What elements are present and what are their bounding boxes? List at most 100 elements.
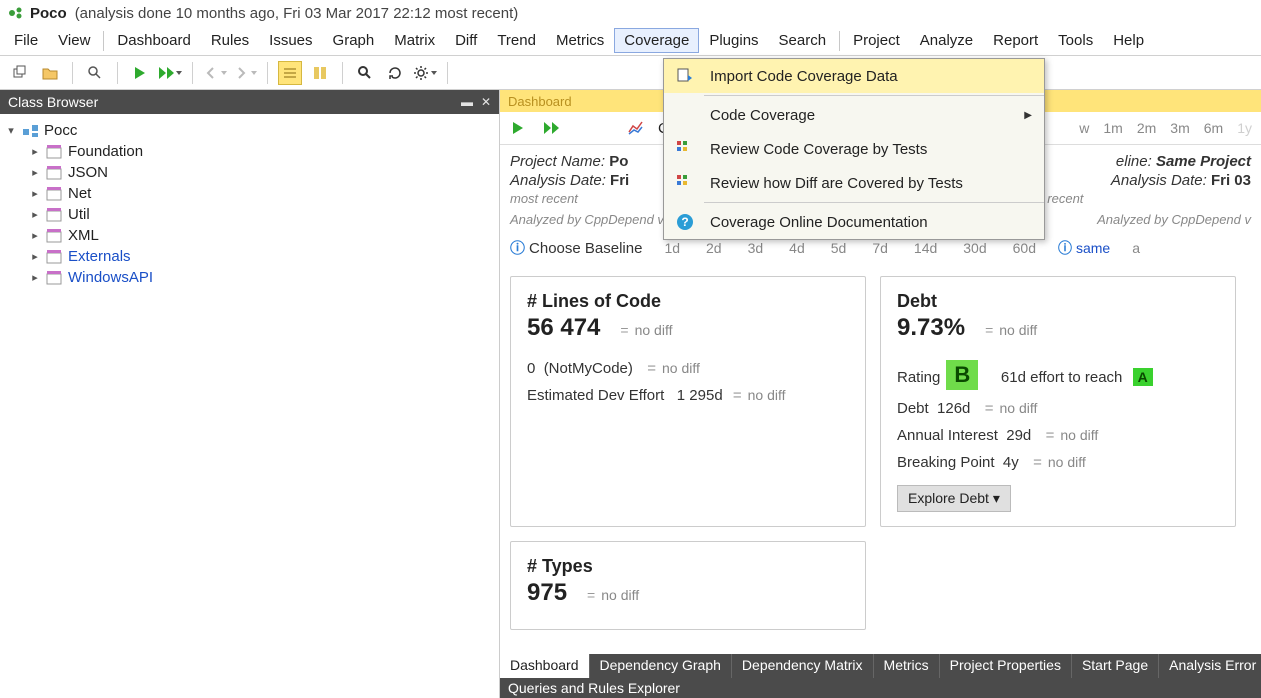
module-icon (46, 207, 64, 223)
menu-view[interactable]: View (48, 28, 100, 53)
menu-project[interactable]: Project (843, 28, 910, 53)
loc-value: 56 474 (527, 314, 600, 342)
baseline-5d[interactable]: 5d (831, 240, 847, 256)
tb-list-icon[interactable] (278, 61, 302, 85)
baseline-1d[interactable]: 1d (664, 240, 680, 256)
bottom-tabs: DashboardDependency GraphDependency Matr… (500, 654, 1261, 678)
tb-copy-icon[interactable] (8, 61, 32, 85)
dd-review-how-diff-are-covered-by-tests[interactable]: Review how Diff are Covered by Tests (664, 166, 1044, 200)
menu-trend[interactable]: Trend (487, 28, 546, 53)
menu-issues[interactable]: Issues (259, 28, 322, 53)
dev-effort-lbl: Estimated Dev Effort (527, 387, 664, 404)
baseline-14d[interactable]: 14d (914, 240, 937, 256)
proj-name-label: Project Name: (510, 153, 605, 170)
baseline-30d[interactable]: 30d (963, 240, 986, 256)
interest-val: 29d (1006, 427, 1031, 444)
tree-item-util[interactable]: ▸Util (4, 204, 495, 225)
tree-item-externals[interactable]: ▸Externals (4, 246, 495, 267)
baseline-2d[interactable]: 2d (706, 240, 722, 256)
menu-plugins[interactable]: Plugins (699, 28, 768, 53)
baseline-value: Same Project (1156, 153, 1251, 170)
dd-code-coverage[interactable]: Code Coverage▶ (664, 98, 1044, 132)
menu-tools[interactable]: Tools (1048, 28, 1103, 53)
tb-forward-icon[interactable] (233, 61, 257, 85)
tab-dashboard[interactable]: Dashboard (500, 654, 590, 678)
baseline-same[interactable]: same (1076, 240, 1110, 256)
tree-item-xml[interactable]: ▸XML (4, 225, 495, 246)
menu-search[interactable]: Search (769, 28, 837, 53)
menu-rules[interactable]: Rules (201, 28, 259, 53)
menu-dashboard[interactable]: Dashboard (107, 28, 200, 53)
tab-metrics[interactable]: Metrics (874, 654, 940, 678)
baseline-tail: a (1132, 240, 1140, 256)
tb-refresh-icon[interactable] (383, 61, 407, 85)
baseline-7d[interactable]: 7d (872, 240, 888, 256)
time-w[interactable]: w (1076, 118, 1092, 138)
info-icon: ⓘ (1058, 240, 1072, 256)
baseline-60d[interactable]: 60d (1013, 240, 1036, 256)
tb-folder-icon[interactable] (38, 61, 62, 85)
baseline-3d[interactable]: 3d (748, 240, 764, 256)
tb-zoom-icon[interactable] (353, 61, 377, 85)
tab-dependency-matrix[interactable]: Dependency Matrix (732, 654, 874, 678)
menu-metrics[interactable]: Metrics (546, 28, 614, 53)
baseline-4d[interactable]: 4d (789, 240, 805, 256)
rating-lbl: Rating (897, 369, 940, 386)
tree-item-net[interactable]: ▸Net (4, 183, 495, 204)
menu-diff[interactable]: Diff (445, 28, 487, 53)
baseline-label: eline: (1116, 153, 1152, 170)
class-tree[interactable]: ▾ Pocc ▸Foundation▸JSON▸Net▸Util▸XML▸Ext… (0, 114, 499, 294)
interest-lbl: Annual Interest (897, 427, 998, 444)
dash-play-icon[interactable] (506, 116, 530, 140)
panel-pin-icon[interactable]: ▬ (461, 95, 473, 109)
menu-report[interactable]: Report (983, 28, 1048, 53)
proj-name-value: Po (609, 153, 628, 170)
tree-item-json[interactable]: ▸JSON (4, 162, 495, 183)
dashboard-header-label: Dashboard (508, 94, 572, 109)
dd-coverage-online-documentation[interactable]: ?Coverage Online Documentation (664, 205, 1044, 239)
tree-root[interactable]: ▾ Pocc (4, 120, 495, 141)
dd-review-code-coverage-by-tests[interactable]: Review Code Coverage by Tests (664, 132, 1044, 166)
tb-search-icon[interactable] (83, 61, 107, 85)
interest-nodiff: no diff (1060, 427, 1098, 443)
time-1m[interactable]: 1m (1100, 118, 1125, 138)
debt-nodiff: no diff (999, 322, 1037, 338)
time-2m[interactable]: 2m (1134, 118, 1159, 138)
menu-analyze[interactable]: Analyze (910, 28, 983, 53)
tb-gear-icon[interactable] (413, 61, 437, 85)
menu-file[interactable]: File (4, 28, 48, 53)
types-nodiff: no diff (601, 587, 639, 603)
app-name: Poco (30, 5, 67, 22)
debt-value: 9.73% (897, 314, 965, 342)
dash-play-all-icon[interactable] (540, 116, 564, 140)
notmycode-n: 0 (527, 360, 535, 377)
queries-explorer-bar[interactable]: Queries and Rules Explorer (500, 678, 1261, 698)
tab-analysis-error[interactable]: Analysis Error (1159, 654, 1261, 678)
explore-debt-button[interactable]: Explore Debt ▾ (897, 485, 1011, 512)
menu-help[interactable]: Help (1103, 28, 1154, 53)
tab-dependency-graph[interactable]: Dependency Graph (590, 654, 732, 678)
loc-nodiff: no diff (635, 322, 673, 338)
tb-list2-icon[interactable] (308, 61, 332, 85)
menu-coverage[interactable]: Coverage (614, 28, 699, 53)
time-3m[interactable]: 3m (1167, 118, 1192, 138)
app-subtitle: (analysis done 10 months ago, Fri 03 Mar… (75, 5, 519, 22)
break-lbl: Breaking Point (897, 454, 995, 471)
tb-back-icon[interactable] (203, 61, 227, 85)
menu-matrix[interactable]: Matrix (384, 28, 445, 53)
tree-item-foundation[interactable]: ▸Foundation (4, 141, 495, 162)
info-icon: ⓘ (510, 240, 525, 257)
tab-project-properties[interactable]: Project Properties (940, 654, 1072, 678)
module-icon (46, 228, 64, 244)
tb-play-icon[interactable] (128, 61, 152, 85)
menu-graph[interactable]: Graph (323, 28, 385, 53)
dash-chart-icon[interactable] (624, 116, 648, 140)
tab-start-page[interactable]: Start Page (1072, 654, 1159, 678)
tb-play-all-icon[interactable] (158, 61, 182, 85)
panel-close-icon[interactable]: ✕ (481, 95, 491, 109)
dd-import-code-coverage-data[interactable]: Import Code Coverage Data (664, 59, 1044, 93)
choose-baseline-label[interactable]: Choose Baseline (529, 240, 642, 257)
tree-item-windowsapi[interactable]: ▸WindowsAPI (4, 267, 495, 288)
time-6m[interactable]: 6m (1201, 118, 1226, 138)
time-1y[interactable]: 1y (1234, 118, 1255, 138)
